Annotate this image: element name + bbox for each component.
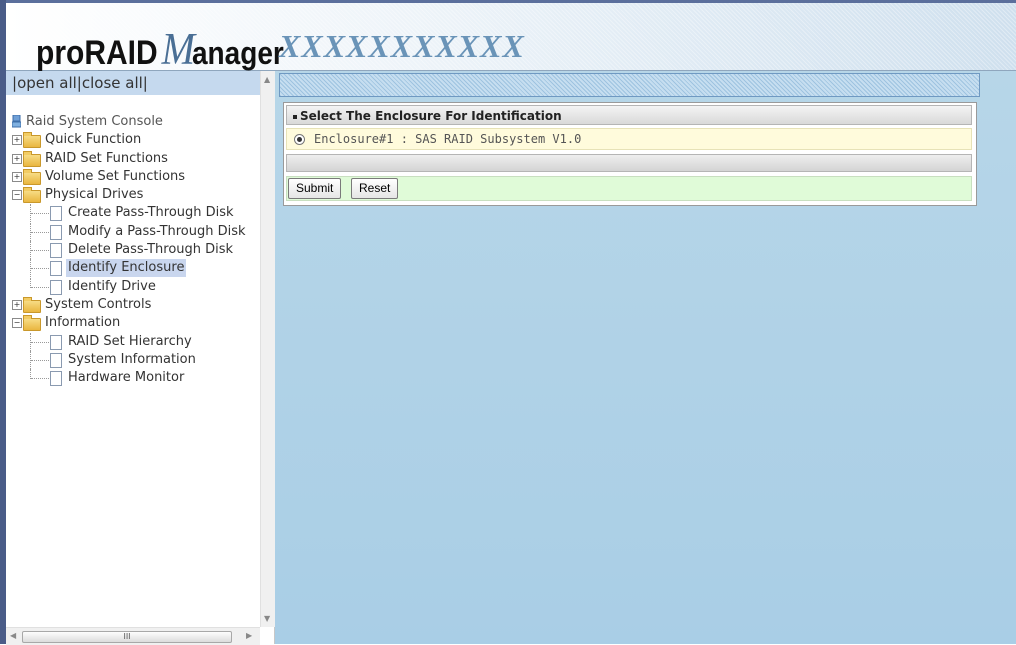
bullet-icon	[293, 114, 297, 119]
tree-item-label: Delete Pass-Through Disk	[68, 242, 234, 258]
tree-connector	[31, 268, 49, 270]
scroll-up-icon[interactable]: ▲	[264, 75, 270, 84]
tree-item-system-information[interactable]: System Information	[12, 350, 196, 369]
tree-connector	[31, 231, 49, 234]
horizontal-scroll-thumb[interactable]: III	[22, 631, 232, 643]
navigation-pane: |open all|close all| Raid System Console…	[6, 71, 275, 645]
folder-icon	[23, 168, 41, 185]
folder-icon	[23, 296, 41, 313]
tree-item-label: Identify Drive	[68, 278, 156, 294]
tree-item-label: Modify a Pass-Through Disk	[68, 223, 246, 239]
scroll-left-icon[interactable]: ◀	[10, 631, 16, 640]
panel-title-text: Select The Enclosure For Identification	[300, 109, 562, 123]
nav-tree: Raid System Console + Quick Function + R…	[12, 113, 246, 387]
tree-item-hardware-monitor[interactable]: Hardware Monitor	[12, 369, 184, 387]
tree-root-label: Raid System Console	[26, 114, 163, 129]
folder-icon	[23, 150, 41, 167]
enclosure-identification-panel: Select The Enclosure For Identification …	[283, 102, 977, 206]
panel-title: Select The Enclosure For Identification	[286, 105, 972, 125]
reset-button[interactable]: Reset	[351, 178, 399, 199]
tree-item-delete-pass-through-disk[interactable]: Delete Pass-Through Disk	[12, 241, 233, 260]
app-logo: proRAID Manager	[36, 22, 284, 75]
vertical-scrollbar[interactable]: ▲ ▼	[260, 71, 275, 627]
horizontal-scrollbar[interactable]: ◀ III ▶	[6, 627, 260, 645]
tree-controls: |open all|close all|	[6, 71, 260, 95]
tree-item-label: Physical Drives	[45, 187, 144, 203]
tree-item-label: RAID Set Hierarchy	[68, 333, 192, 349]
page-icon	[50, 279, 62, 295]
tree-item-label: System Controls	[45, 296, 152, 312]
page-icon	[50, 261, 62, 277]
enclosure-option-label: Enclosure#1 : SAS RAID Subsystem V1.0	[314, 132, 582, 146]
tree-item-label: Hardware Monitor	[68, 370, 185, 386]
console-icon	[12, 115, 21, 128]
page-icon	[50, 371, 62, 387]
content-top-bar	[279, 73, 980, 97]
tree-connector	[31, 250, 49, 252]
tree-item-quick-function[interactable]: + Quick Function	[12, 131, 163, 149]
folder-icon	[23, 132, 41, 149]
tree-root[interactable]: Raid System Console	[12, 113, 163, 131]
tree-item-volume-set-functions[interactable]: + Volume Set Functions	[12, 168, 185, 186]
tree-item-modify-pass-through-disk[interactable]: Modify a Pass-Through Disk	[12, 222, 246, 241]
tree-item-raid-set-functions[interactable]: + RAID Set Functions	[12, 150, 168, 168]
content-area: Select The Enclosure For Identification …	[275, 71, 1016, 644]
tree-connector	[31, 213, 49, 215]
collapse-icon[interactable]: −	[12, 318, 22, 329]
tree-item-label: Quick Function	[45, 132, 142, 148]
close-all-link[interactable]: close all	[82, 74, 143, 92]
header-banner: proRAID Manager XXXXXXXXXXX	[6, 3, 1016, 74]
tree-item-label: Create Pass-Through Disk	[68, 205, 234, 221]
enclosure-radio[interactable]	[294, 134, 305, 145]
page-icon	[50, 206, 62, 222]
tree-item-physical-drives[interactable]: − Physical Drives	[12, 186, 163, 204]
tree-item-label: System Information	[68, 351, 196, 367]
tree-item-label: Information	[45, 315, 121, 331]
tree-item-label-selected: Identify Enclosure	[66, 259, 187, 278]
expand-icon[interactable]: +	[12, 153, 22, 164]
model-name: XXXXXXXXXXX	[279, 28, 525, 64]
tree-item-label: RAID Set Functions	[45, 150, 168, 166]
tree-item-identify-drive[interactable]: Identify Drive	[12, 277, 163, 296]
open-folder-icon	[23, 315, 41, 332]
scroll-down-icon[interactable]: ▼	[264, 614, 270, 623]
tree-item-system-controls[interactable]: + System Controls	[12, 296, 163, 314]
tree-connector	[31, 378, 49, 380]
page-icon	[50, 243, 62, 259]
action-row: Submit Reset	[286, 176, 972, 201]
expand-icon[interactable]: +	[12, 171, 22, 182]
expand-icon[interactable]: +	[12, 299, 22, 310]
tree-item-create-pass-through-disk[interactable]: Create Pass-Through Disk	[12, 204, 234, 223]
tree-connector	[31, 359, 49, 362]
expand-icon[interactable]: +	[12, 135, 22, 146]
page-icon	[50, 224, 62, 240]
scroll-right-icon[interactable]: ▶	[246, 631, 252, 640]
open-folder-icon	[23, 187, 41, 204]
page-icon	[50, 352, 62, 368]
collapse-icon[interactable]: −	[12, 190, 22, 201]
panel-separator	[286, 154, 972, 172]
tree-connector	[31, 341, 49, 344]
tree-item-raid-set-hierarchy[interactable]: RAID Set Hierarchy	[12, 332, 192, 351]
submit-button[interactable]: Submit	[288, 178, 342, 199]
page-icon	[50, 334, 62, 350]
tree-item-label: Volume Set Functions	[45, 168, 186, 184]
enclosure-option-row[interactable]: Enclosure#1 : SAS RAID Subsystem V1.0	[286, 128, 972, 150]
tree-item-information[interactable]: − Information	[12, 314, 163, 332]
tree-connector	[31, 286, 49, 289]
open-all-link[interactable]: open all	[17, 74, 77, 92]
tree-item-identify-enclosure[interactable]: Identify Enclosure	[12, 259, 187, 278]
